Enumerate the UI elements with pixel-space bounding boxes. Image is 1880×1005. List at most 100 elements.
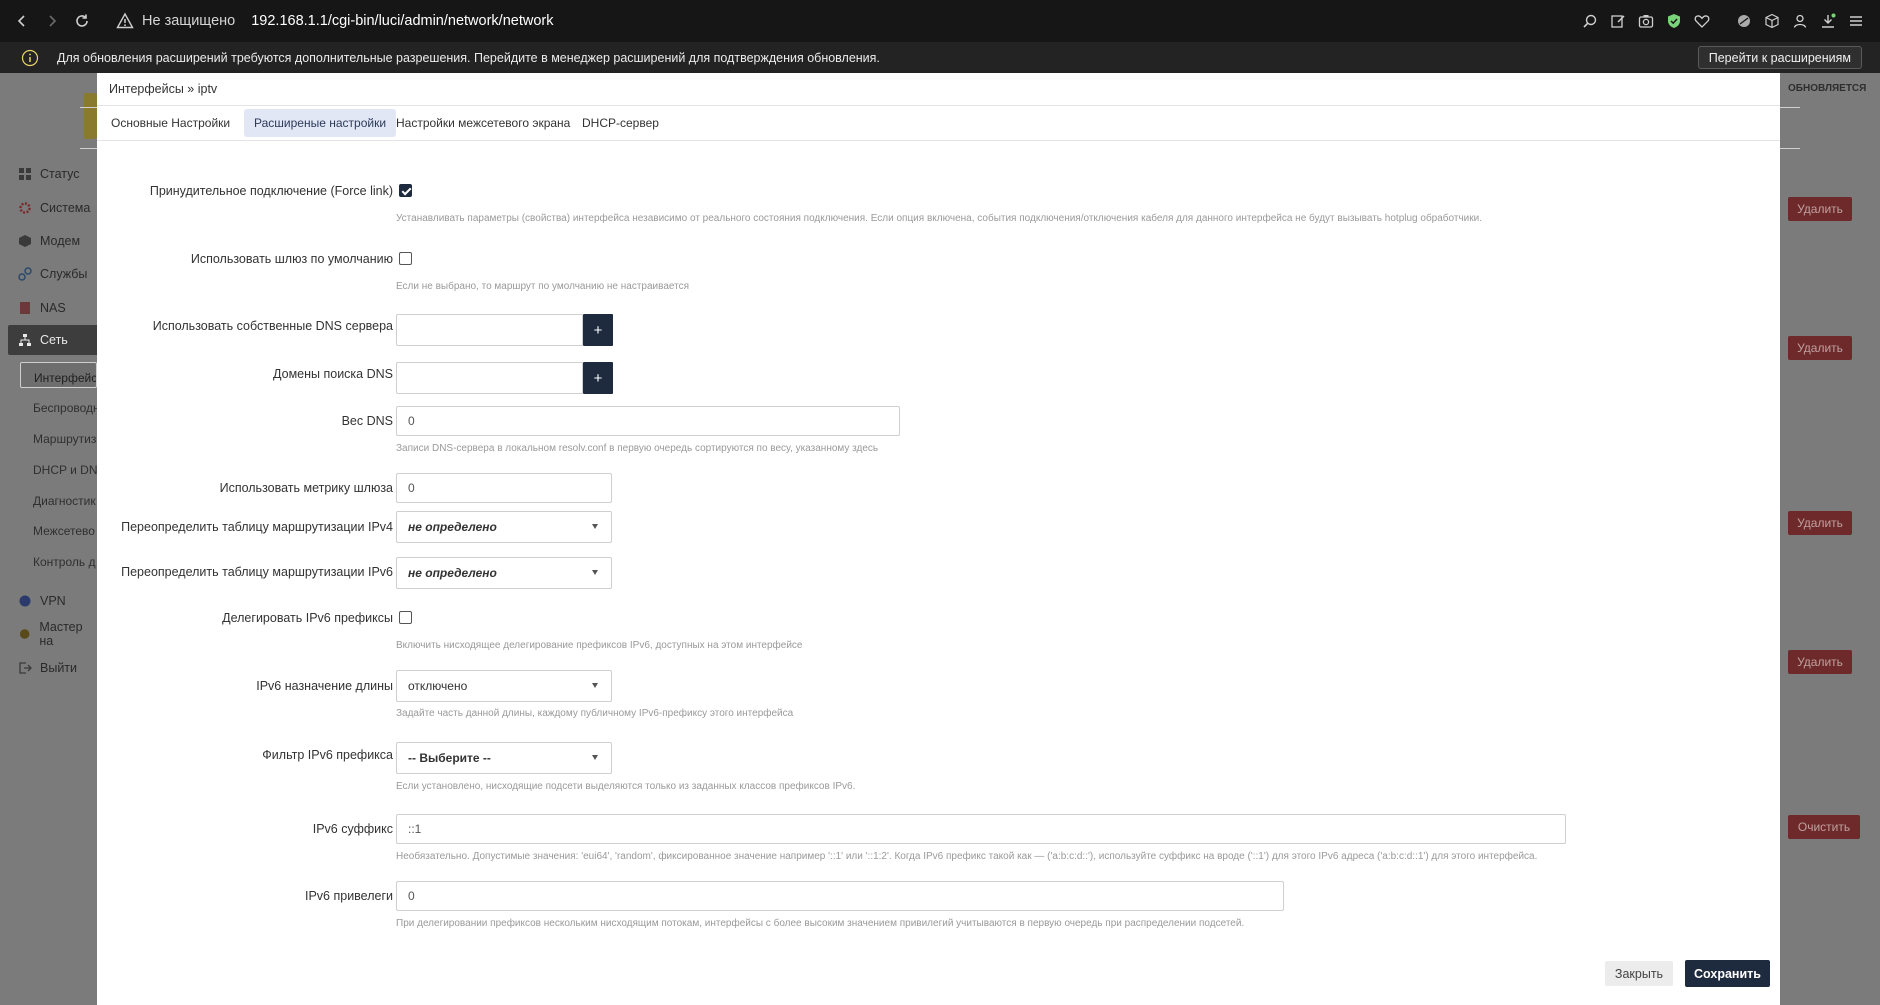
save-button[interactable]: Сохранить [1685, 960, 1770, 987]
camera-icon[interactable] [1632, 7, 1660, 35]
sidebar-item-wizard[interactable]: Мастер на [18, 620, 97, 648]
close-button[interactable]: Закрыть [1605, 961, 1673, 986]
sidebar-item-nas[interactable]: NAS [18, 297, 66, 319]
logout-icon [19, 662, 32, 674]
toolbar-icons [1576, 0, 1870, 42]
tab-advanced-settings[interactable]: Расширеные настройки [244, 109, 397, 137]
sidebar-subitem-firewall[interactable]: Межсетево [33, 524, 97, 538]
gateway-metric-input[interactable]: 0 [396, 473, 612, 503]
browser-toolbar: Не защищено 192.168.1.1/cgi-bin/luci/adm… [0, 0, 1880, 42]
ipv6-suffix-input[interactable]: ::1 [396, 814, 1566, 844]
ipv6-prefix-filter-select[interactable]: -- Выберите -- [396, 742, 612, 774]
profile-icon[interactable] [1786, 7, 1814, 35]
reload-icon [76, 14, 88, 27]
ipv6-assign-length-select[interactable]: отключено [396, 670, 612, 702]
ipv6-priority-input[interactable]: 0 [396, 881, 1284, 911]
notice-text: Для обновления расширений требуются допо… [57, 50, 880, 65]
extension-notice-bar: Для обновления расширений требуются допо… [0, 42, 1880, 73]
default-gateway-description: Если не выбрано, то маршрут по умолчанию… [396, 281, 689, 292]
tab-dhcp-server[interactable]: DHCP-сервер [572, 109, 669, 137]
shield-check-icon[interactable] [1660, 7, 1688, 35]
updating-status: ОБНОВЛЯЕТСЯ [1788, 83, 1867, 94]
sidebar-item-status[interactable]: Статус [18, 163, 80, 185]
globe-icon [19, 595, 31, 607]
delete-button[interactable]: Удалить [1788, 511, 1852, 535]
sidebar-subitem-access-control[interactable]: Контроль д [33, 555, 97, 569]
ipv6-prefix-filter-label: Фильтр IPv6 префикса [262, 748, 393, 762]
tab-general-settings[interactable]: Основные Настройки [101, 109, 240, 137]
clear-button[interactable]: Очистить [1788, 815, 1860, 839]
gear-icon [19, 202, 31, 214]
dns-domains-input[interactable] [396, 362, 583, 394]
default-gateway-label: Использовать шлюз по умолчанию [190, 252, 393, 266]
sidebar-subitem-wireless[interactable]: Беспроводн [33, 401, 97, 415]
sidebar-subitem-interfaces[interactable]: Интерфейсы [20, 362, 97, 388]
heart-icon[interactable] [1688, 7, 1716, 35]
ipv6-priority-label: IPv6 привелеги [304, 889, 393, 903]
ipv6-prefix-filter-description: Если установлено, нисходящие подсети выд… [396, 781, 856, 792]
sidebar-item-vpn[interactable]: VPN [18, 590, 66, 612]
dns-weight-description: Записи DNS-сервера в локальном resolv.co… [396, 443, 879, 454]
download-icon[interactable] [1814, 7, 1842, 35]
chevron-left-icon [17, 15, 25, 27]
network-icon [19, 334, 31, 346]
dns-servers-input[interactable] [396, 314, 583, 346]
dns-domains-add-button[interactable]: + [583, 362, 613, 394]
info-icon [21, 49, 39, 66]
dropdown-arrow-icon [592, 755, 598, 760]
sidebar-item-logout[interactable]: Выйти [18, 657, 77, 679]
wizard-icon [19, 629, 30, 639]
force-link-checkbox[interactable] [399, 184, 412, 197]
box-icon[interactable] [1758, 7, 1786, 35]
sidebar-item-system[interactable]: Система [18, 197, 90, 219]
gateway-metric-label: Использовать метрику шлюза [219, 481, 393, 495]
tab-firewall-settings[interactable]: Настройки межсетевого экрана [386, 109, 580, 137]
ipv6-table-select[interactable]: не определено [396, 557, 612, 589]
modal-title: Интерфейсы » iptv [109, 82, 218, 96]
dashboard-icon [19, 168, 31, 180]
delegate-prefixes-label: Делегировать IPv6 префиксы [222, 611, 393, 625]
ipv4-table-select[interactable]: не определено [396, 511, 612, 543]
sidebar-item-network[interactable]: Сеть [8, 325, 97, 355]
ipv6-suffix-description: Необязательно. Допустимые значения: 'eui… [396, 851, 1538, 862]
back-button[interactable] [8, 7, 36, 35]
dns-weight-label: Вес DNS [341, 414, 393, 428]
force-link-label: Принудительное подключение (Force link) [149, 184, 393, 198]
dropdown-arrow-icon [592, 683, 598, 688]
force-link-description: Устанавливать параметры (свойства) интер… [396, 213, 1482, 224]
ipv6-assign-length-label: IPv6 назначение длины [256, 679, 393, 693]
chevron-right-icon [49, 15, 57, 27]
sidebar-subitem-diagnostics[interactable]: Диагностик [33, 494, 97, 508]
sidebar-item-services[interactable]: Службы [18, 263, 87, 285]
security-status[interactable]: Не защищено [142, 13, 235, 29]
dropdown-arrow-icon [592, 570, 598, 575]
sidebar-subitem-dhcp-dns[interactable]: DHCP и DN [33, 463, 97, 477]
ipv6-suffix-label: IPv6 суффикс [312, 822, 393, 836]
interface-edit-modal: Интерфейсы » iptv Основные Настройки Рас… [97, 73, 1780, 1005]
reload-button[interactable] [68, 7, 96, 35]
sidebar: Статус Система Модем Службы NAS Сеть Инт… [0, 73, 97, 1005]
delete-button[interactable]: Удалить [1788, 650, 1852, 674]
modem-icon [19, 235, 31, 247]
zoom-icon[interactable] [1576, 7, 1604, 35]
sidebar-subitem-routing[interactable]: Маршрутиз [33, 432, 97, 446]
url-text[interactable]: 192.168.1.1/cgi-bin/luci/admin/network/n… [251, 13, 553, 29]
edit-icon[interactable] [1604, 7, 1632, 35]
warning-icon [116, 12, 134, 29]
address-bar[interactable]: Не защищено 192.168.1.1/cgi-bin/luci/adm… [116, 6, 553, 36]
dns-weight-input[interactable]: 0 [396, 406, 900, 436]
pin-icon[interactable] [1730, 7, 1758, 35]
delete-button[interactable]: Удалить [1788, 197, 1852, 221]
forward-button[interactable] [38, 7, 66, 35]
go-to-extensions-button[interactable]: Перейти к расширениям [1697, 46, 1862, 69]
ipv6-table-label: Переопределить таблицу маршрутизации IPv… [121, 565, 393, 579]
delegate-prefixes-checkbox[interactable] [399, 611, 412, 624]
ipv4-table-label: Переопределить таблицу маршрутизации IPv… [121, 520, 393, 534]
ipv6-priority-description: При делегировании префиксов нескольким н… [396, 918, 1245, 929]
menu-icon[interactable] [1842, 7, 1870, 35]
dns-servers-add-button[interactable]: + [583, 314, 613, 346]
delete-button[interactable]: Удалить [1788, 336, 1852, 360]
ipv6-assign-length-description: Задайте часть данной длины, каждому публ… [396, 708, 794, 719]
sidebar-item-modem[interactable]: Модем [18, 230, 80, 252]
default-gateway-checkbox[interactable] [399, 252, 412, 265]
